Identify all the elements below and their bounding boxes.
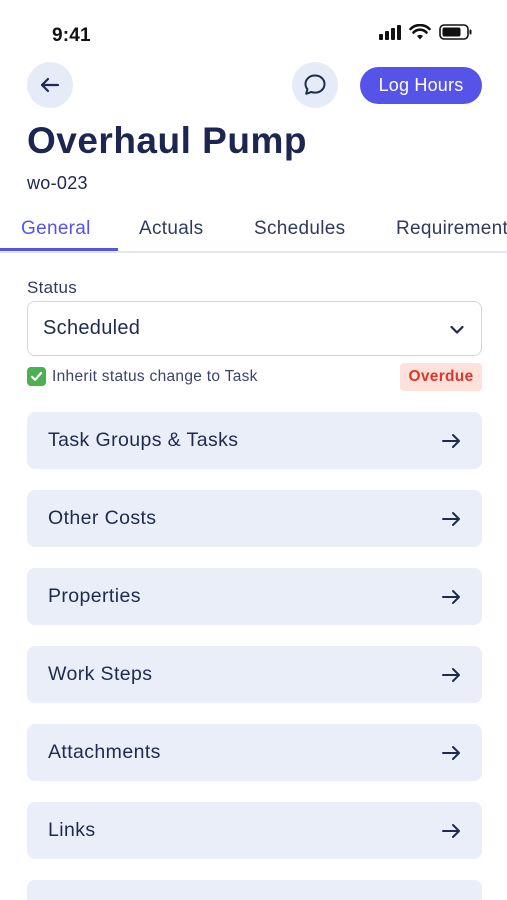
section-label: Properties	[48, 585, 141, 607]
section-properties[interactable]: Properties	[27, 568, 482, 625]
chevron-down-icon	[450, 325, 464, 334]
page-title: Overhaul Pump	[27, 120, 307, 161]
wifi-icon	[409, 24, 431, 40]
status-icons	[379, 24, 473, 40]
tab-general[interactable]: General	[21, 218, 91, 240]
section-label: Work Steps	[48, 663, 153, 685]
status-label: Status	[27, 278, 77, 297]
section-task-groups[interactable]: Task Groups & Tasks	[27, 412, 482, 469]
status-bar: 9:41	[0, 0, 507, 56]
arrow-right-icon	[442, 512, 460, 526]
section-partial[interactable]	[27, 880, 482, 900]
tab-schedules[interactable]: Schedules	[254, 218, 345, 240]
work-order-id: wo-023	[27, 173, 88, 193]
arrow-right-icon	[442, 434, 460, 448]
tab-bar: General Actuals Schedules Requirements	[0, 208, 507, 253]
chat-bubble-icon	[304, 74, 326, 95]
section-label: Links	[48, 819, 96, 841]
status-time: 9:41	[52, 25, 91, 46]
battery-icon	[439, 24, 473, 40]
checkmark-icon	[27, 367, 46, 386]
status-value: Scheduled	[43, 317, 141, 339]
arrow-right-icon	[442, 746, 460, 760]
comment-button[interactable]	[292, 62, 338, 108]
section-label: Other Costs	[48, 507, 157, 529]
section-attachments[interactable]: Attachments	[27, 724, 482, 781]
section-other-costs[interactable]: Other Costs	[27, 490, 482, 547]
section-label: Task Groups & Tasks	[48, 429, 239, 451]
arrow-right-icon	[442, 668, 460, 682]
arrow-right-icon	[442, 590, 460, 604]
overdue-badge: Overdue	[400, 363, 482, 391]
arrow-right-icon	[442, 824, 460, 838]
tab-actuals[interactable]: Actuals	[139, 218, 203, 240]
status-dropdown[interactable]: Scheduled	[27, 301, 482, 356]
inherit-status-label: Inherit status change to Task	[52, 367, 258, 385]
inherit-status-checkbox[interactable]: Inherit status change to Task	[27, 367, 258, 386]
cellular-signal-icon	[379, 24, 401, 40]
active-tab-indicator	[0, 248, 118, 251]
log-hours-button[interactable]: Log Hours	[360, 67, 482, 104]
back-button[interactable]	[27, 62, 73, 108]
section-work-steps[interactable]: Work Steps	[27, 646, 482, 703]
arrow-left-icon	[40, 77, 60, 93]
section-label: Attachments	[48, 741, 161, 763]
section-links[interactable]: Links	[27, 802, 482, 859]
tab-requirements[interactable]: Requirements	[396, 218, 507, 240]
